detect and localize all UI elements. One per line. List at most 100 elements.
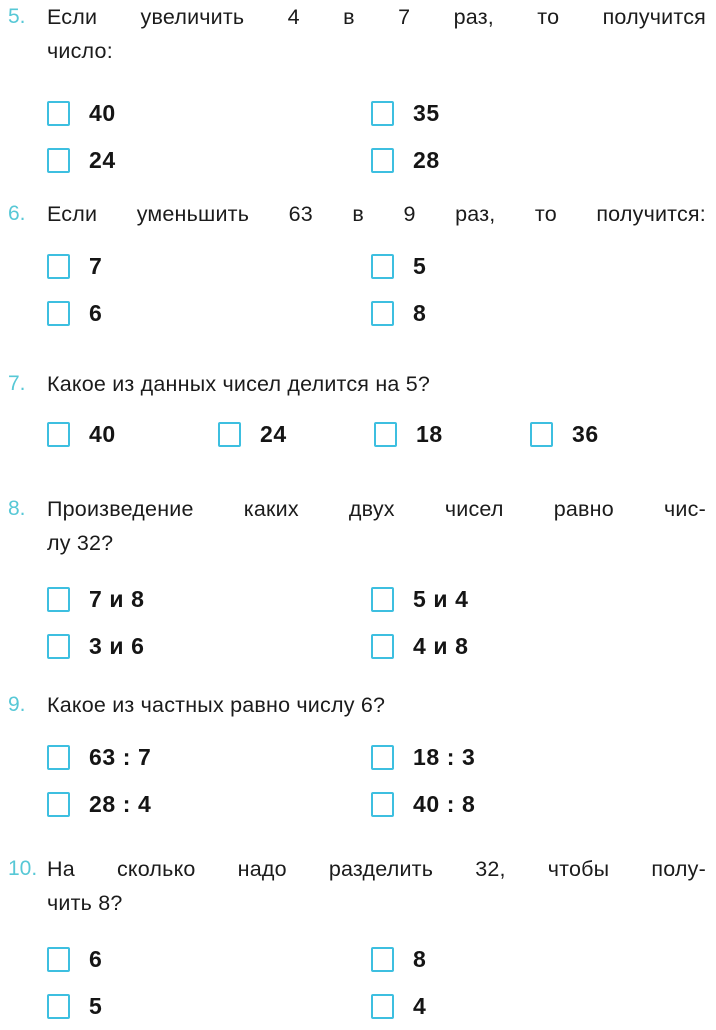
answer-label: 8 [413,300,427,326]
answer-option[interactable]: 28 : 4 [47,781,151,828]
checkbox-icon[interactable] [530,422,553,447]
answer-option[interactable]: 3 и 6 [47,623,145,670]
question-header: 7. Какое из данных чисел делится на 5? [0,367,716,401]
word: раз, [453,5,494,29]
checkbox-icon[interactable] [218,422,241,447]
answer-label: 5 [89,993,103,1019]
checkbox-icon[interactable] [371,101,394,126]
word: чис- [664,497,706,521]
option-row: 7 5 [0,243,716,290]
word: 63 [288,202,313,226]
answer-option[interactable]: 40 [47,90,116,137]
checkbox-icon[interactable] [47,947,70,972]
worksheet-page: 5. Если увеличить 4 в 7 раз, то получитс… [0,0,716,1024]
checkbox-icon[interactable] [371,254,394,279]
checkbox-icon[interactable] [47,745,70,770]
word: сколько [116,857,196,881]
answer-option[interactable]: 18 : 3 [371,734,475,781]
answer-label: 28 [413,147,440,173]
answer-option[interactable]: 8 [371,290,426,337]
answer-option[interactable]: 40 [47,411,116,458]
checkbox-icon[interactable] [47,148,70,173]
option-row: 24 28 [0,137,716,184]
answer-option[interactable]: 18 [374,411,443,458]
answer-options: 63 : 7 18 : 3 28 : 4 40 : 8 [0,734,716,828]
answer-label: 4 и 8 [413,633,469,659]
answer-option[interactable]: 6 [47,936,102,983]
answer-option[interactable]: 5 и 4 [371,576,469,623]
answer-label: 7 [89,253,103,279]
option-row: 3 и 6 4 и 8 [0,623,716,670]
word: разделить [328,857,434,881]
answer-option[interactable]: 5 [47,983,102,1030]
word: уменьшить [136,202,250,226]
word: чисел [444,497,504,521]
word: Если [47,202,98,226]
option-row: 40 35 [0,90,716,137]
answer-label: 24 [260,421,287,447]
question-block-9: 9. Какое из частных равно числу 6? 63 : … [0,688,716,828]
answer-option[interactable]: 63 : 7 [47,734,151,781]
question-header: 9. Какое из частных равно числу 6? [0,688,716,722]
checkbox-icon[interactable] [47,101,70,126]
answer-option[interactable]: 8 [371,936,426,983]
checkbox-icon[interactable] [47,792,70,817]
option-row: 6 8 [0,936,716,983]
answer-label: 7 и 8 [89,586,145,612]
answer-options: 6 8 5 4 [0,936,716,1030]
answer-label: 40 [89,100,116,126]
answer-option[interactable]: 4 и 8 [371,623,469,670]
answer-label: 4 [413,993,427,1019]
checkbox-icon[interactable] [47,634,70,659]
question-text: Произведение каких двух чисел равно чис-… [47,492,716,560]
question-text: Какое из данных чисел делится на 5? [47,367,716,401]
word: На [47,857,75,881]
answer-option[interactable]: 7 и 8 [47,576,145,623]
word: полу- [651,857,706,881]
checkbox-icon[interactable] [371,148,394,173]
checkbox-icon[interactable] [371,634,394,659]
word: чтобы [547,857,610,881]
word: Если [47,5,98,29]
answer-options: 7 и 8 5 и 4 3 и 6 4 и 8 [0,576,716,670]
answer-option[interactable]: 24 [218,411,287,458]
checkbox-icon[interactable] [371,994,394,1019]
word: 7 [398,5,411,29]
question-line: На сколько надо разделить 32, чтобы полу… [47,852,706,886]
word: то [534,202,557,226]
checkbox-icon[interactable] [371,745,394,770]
question-block-10: 10. На сколько надо разделить 32, чтобы … [0,852,716,1030]
question-line: Произведение каких двух чисел равно чис- [47,492,706,526]
checkbox-icon[interactable] [371,947,394,972]
answer-option[interactable]: 5 [371,243,426,290]
answer-option[interactable]: 7 [47,243,102,290]
answer-option[interactable]: 40 : 8 [371,781,475,828]
question-text: На сколько надо разделить 32, чтобы полу… [47,852,716,920]
answer-option[interactable]: 24 [47,137,116,184]
question-line: Какое из данных чисел делится на 5? [47,372,431,396]
answer-option[interactable]: 6 [47,290,102,337]
question-text: Если уменьшить 63 в 9 раз, то получится: [47,197,716,231]
checkbox-icon[interactable] [47,587,70,612]
question-line: число: [47,39,113,63]
checkbox-icon[interactable] [47,254,70,279]
checkbox-icon[interactable] [371,792,394,817]
answer-option[interactable]: 35 [371,90,440,137]
question-line: Если уменьшить 63 в 9 раз, то получится: [47,197,706,231]
word: то [537,5,560,29]
answer-label: 18 : 3 [413,744,476,770]
checkbox-icon[interactable] [371,301,394,326]
answer-label: 35 [413,100,440,126]
answer-option[interactable]: 36 [530,411,599,458]
answer-label: 40 : 8 [413,791,476,817]
checkbox-icon[interactable] [47,422,70,447]
answer-option[interactable]: 28 [371,137,440,184]
checkbox-icon[interactable] [47,301,70,326]
checkbox-icon[interactable] [47,994,70,1019]
question-header: 5. Если увеличить 4 в 7 раз, то получитс… [0,0,716,68]
checkbox-icon[interactable] [374,422,397,447]
answer-option[interactable]: 4 [371,983,426,1030]
answer-label: 28 : 4 [89,791,152,817]
question-header: 6. Если уменьшить 63 в 9 раз, то получит… [0,197,716,231]
checkbox-icon[interactable] [371,587,394,612]
